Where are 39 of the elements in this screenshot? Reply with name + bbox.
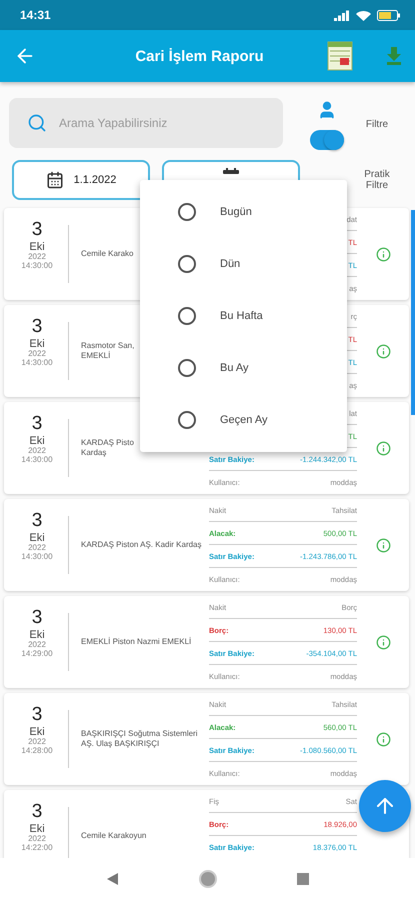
customer-name: Cemile Karakoyun <box>81 830 148 842</box>
day-number: 3 <box>32 317 42 338</box>
month-label: Eki <box>29 532 45 544</box>
year-label: 2022 <box>28 350 46 359</box>
quick-filter-label: Pratik Filtre <box>363 169 391 191</box>
year-label: 2022 <box>28 544 46 553</box>
customer-name: KARDAŞ Piston AŞ. Kadir Kardaş <box>81 540 202 550</box>
customer-name: BAŞKIRIŞÇI Soğutma Sistemleri AŞ. Ulaş BAŞKIRIŞÇI <box>81 728 198 750</box>
month-label: Eki <box>29 240 45 253</box>
customer-name: KARDAŞ Pisto Kardaş <box>81 438 135 458</box>
time-label: 14:30:00 <box>21 552 53 562</box>
day-number: 3 <box>32 414 42 435</box>
time-label: 14:22:00 <box>21 844 53 853</box>
year-label: 2022 <box>28 834 46 844</box>
day-number: 3 <box>32 802 42 823</box>
year-label: 2022 <box>28 738 46 747</box>
day-number: 3 <box>32 220 42 241</box>
day-number: 3 <box>32 705 42 726</box>
day-number: 3 <box>32 608 42 629</box>
month-label: Eki <box>29 434 45 447</box>
customer-name: Cemile Karako <box>81 248 134 260</box>
filter-label: Filtre <box>364 118 390 130</box>
time-label: 14:28:00 <box>21 746 53 756</box>
day-number: 3 <box>32 511 42 532</box>
time-label: 14:30:00 <box>21 358 53 368</box>
month-label: Eki <box>29 726 45 738</box>
month-label: Eki <box>29 628 45 641</box>
month-label: Eki <box>29 338 45 350</box>
year-label: 2022 <box>28 252 46 262</box>
customer-name: EMEKLİ Piston Nazmi EMEKLİ <box>81 636 192 648</box>
month-label: Eki <box>29 822 45 835</box>
time-label: 14:30:00 <box>21 262 53 271</box>
screen-title: Cari İşlem Raporu <box>134 48 265 64</box>
year-label: 2022 <box>28 446 46 456</box>
time-label: 14:29:00 <box>21 650 53 659</box>
time-label: 14:30:00 <box>21 456 53 465</box>
status-time: 14:31 <box>20 8 51 22</box>
customer-name: Rasmotor San, EMEKLİ <box>81 340 136 362</box>
year-label: 2022 <box>28 640 46 650</box>
